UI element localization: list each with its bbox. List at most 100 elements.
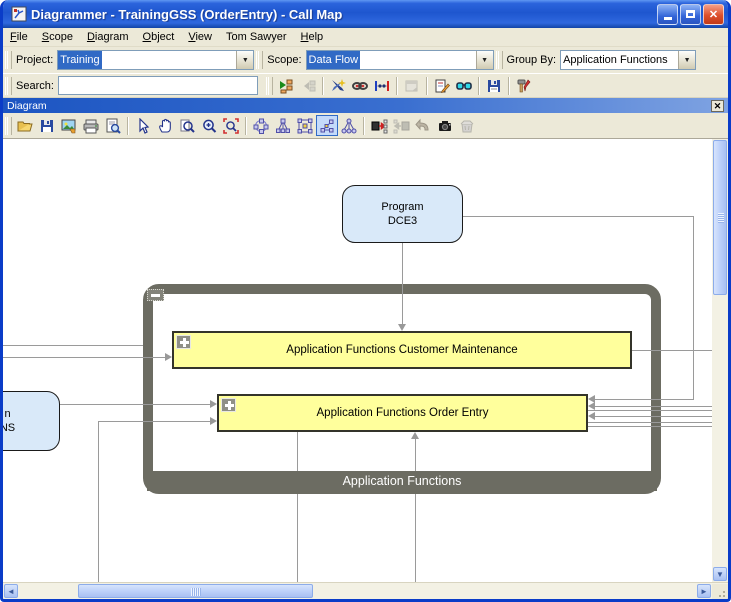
menu-object[interactable]: Object xyxy=(136,29,182,45)
goggles-icon[interactable] xyxy=(453,75,475,96)
scope-dropdown-arrow-icon[interactable]: ▼ xyxy=(476,51,493,69)
collapse-children-icon[interactable] xyxy=(297,75,319,96)
menu-view[interactable]: View xyxy=(181,29,219,45)
scroll-left-button[interactable]: ◄ xyxy=(4,584,18,598)
zoom-page-icon[interactable] xyxy=(176,115,198,136)
menu-help[interactable]: Help xyxy=(294,29,331,45)
orthogonal-layout-icon[interactable] xyxy=(294,115,316,136)
title-bar[interactable]: Diagrammer - TrainingGSS (OrderEntry) - … xyxy=(3,0,728,28)
node-order-entry[interactable]: Application Functions Order Entry xyxy=(217,394,588,432)
horizontal-scrollbar-thumb[interactable] xyxy=(78,584,313,598)
expand-children-icon[interactable] xyxy=(275,75,297,96)
toolbar-gripper[interactable] xyxy=(266,77,273,95)
toolbar-gripper[interactable] xyxy=(5,117,12,135)
prune-icon[interactable] xyxy=(327,75,349,96)
toolbar-separator xyxy=(478,77,480,95)
select-icon[interactable] xyxy=(132,115,154,136)
diagram-panel-header[interactable]: Diagram ✕ xyxy=(3,98,728,113)
print-icon[interactable] xyxy=(80,115,102,136)
app-window: Diagrammer - TrainingGSS (OrderEntry) - … xyxy=(0,0,731,602)
toolbar-gripper[interactable] xyxy=(5,51,12,69)
toolbar-gripper[interactable] xyxy=(496,51,503,69)
project-combobox[interactable]: Training ▼ xyxy=(57,50,254,70)
hierarchical-layout-icon[interactable] xyxy=(338,115,360,136)
container-label: Application Functions xyxy=(147,471,657,491)
save-icon[interactable] xyxy=(36,115,58,136)
search-input[interactable] xyxy=(58,76,258,95)
menu-scope[interactable]: Scope xyxy=(35,29,80,45)
incremental-layout-icon[interactable] xyxy=(316,115,338,136)
expand-order-entry-button[interactable] xyxy=(221,398,236,412)
toolbar-separator xyxy=(245,117,247,135)
snapshot-icon[interactable] xyxy=(434,115,456,136)
zoom-in-icon[interactable] xyxy=(198,115,220,136)
menu-tom-sawyer[interactable]: Tom Sawyer xyxy=(219,29,294,45)
vertical-scrollbar-thumb[interactable] xyxy=(713,140,727,295)
arrowhead xyxy=(165,353,172,361)
print-preview-icon[interactable] xyxy=(102,115,124,136)
undo-icon[interactable] xyxy=(412,115,434,136)
resize-grip[interactable] xyxy=(712,584,728,600)
edge-custmaint-right xyxy=(632,350,712,351)
toolbar-separator xyxy=(127,117,129,135)
navigate-expand-icon[interactable] xyxy=(368,115,390,136)
groupby-value: Application Functions xyxy=(561,53,678,67)
node-left-clipped-program[interactable]: n NS xyxy=(3,391,60,451)
groupby-label: Group By: xyxy=(507,54,557,66)
node-program-dce3[interactable]: Program DCE3 xyxy=(342,185,463,243)
edge-into-orderentry-right-3 xyxy=(595,416,712,417)
link-chain-icon[interactable] xyxy=(349,75,371,96)
app-icon xyxy=(11,6,27,22)
scroll-down-button[interactable]: ▼ xyxy=(713,567,727,581)
edge-right-vertical xyxy=(693,216,694,400)
menu-file[interactable]: File xyxy=(3,29,35,45)
tools-icon[interactable] xyxy=(513,75,535,96)
menu-diagram[interactable]: Diagram xyxy=(80,29,136,45)
open-icon[interactable] xyxy=(14,115,36,136)
arrowhead xyxy=(398,324,406,331)
toolbar-gripper[interactable] xyxy=(256,51,263,69)
toolbar-separator xyxy=(396,77,398,95)
edge-orderentry-out-2 xyxy=(588,422,712,423)
symmetric-layout-icon[interactable] xyxy=(272,115,294,136)
expand-customer-maintenance-button[interactable] xyxy=(176,335,191,349)
arrowhead xyxy=(588,402,595,410)
diagram-toolbar xyxy=(3,113,728,139)
arrowhead xyxy=(588,412,595,420)
project-label: Project: xyxy=(16,54,53,66)
project-dropdown-arrow-icon[interactable]: ▼ xyxy=(236,51,253,69)
horizontal-scrollbar[interactable]: ◄ ► xyxy=(3,582,728,599)
search-label: Search: xyxy=(16,80,54,92)
properties-icon[interactable] xyxy=(401,75,423,96)
scroll-right-button[interactable]: ► xyxy=(697,584,711,598)
toolbar-separator xyxy=(508,77,510,95)
annotate-icon[interactable] xyxy=(431,75,453,96)
zoom-area-icon[interactable] xyxy=(220,115,242,136)
edge-corner-horizontal xyxy=(98,421,210,422)
groupby-dropdown-arrow-icon[interactable]: ▼ xyxy=(678,51,695,69)
window-title: Diagrammer - TrainingGSS (OrderEntry) - … xyxy=(31,7,657,22)
edge-orderentry-out-1 xyxy=(588,410,712,411)
edge-dce3-down xyxy=(402,243,403,325)
circular-layout-icon[interactable] xyxy=(250,115,272,136)
export-image-icon[interactable] xyxy=(58,115,80,136)
navigate-collapse-icon[interactable] xyxy=(390,115,412,136)
pan-icon[interactable] xyxy=(154,115,176,136)
trash-icon[interactable] xyxy=(456,115,478,136)
collapse-container-button[interactable] xyxy=(147,289,164,301)
save-icon[interactable] xyxy=(483,75,505,96)
node-customer-maintenance[interactable]: Application Functions Customer Maintenan… xyxy=(172,331,632,369)
toolbar-gripper[interactable] xyxy=(5,77,12,95)
groupby-combobox[interactable]: Application Functions ▼ xyxy=(560,50,696,70)
toolbar-separator xyxy=(363,117,365,135)
edge-endpoints-icon[interactable] xyxy=(371,75,393,96)
close-button[interactable]: ✕ xyxy=(703,4,724,25)
maximize-button[interactable] xyxy=(680,4,701,25)
vertical-scrollbar[interactable]: ▼ xyxy=(712,139,728,582)
toolbar-separator xyxy=(426,77,428,95)
diagram-panel-close-icon[interactable]: ✕ xyxy=(711,100,724,112)
menu-bar: File Scope Diagram Object View Tom Sawye… xyxy=(3,28,728,47)
minimize-button[interactable] xyxy=(657,4,678,25)
diagram-canvas[interactable]: Application Functions Program DCE3 n NS … xyxy=(3,139,712,582)
scope-combobox[interactable]: Data Flow ▼ xyxy=(306,50,494,70)
